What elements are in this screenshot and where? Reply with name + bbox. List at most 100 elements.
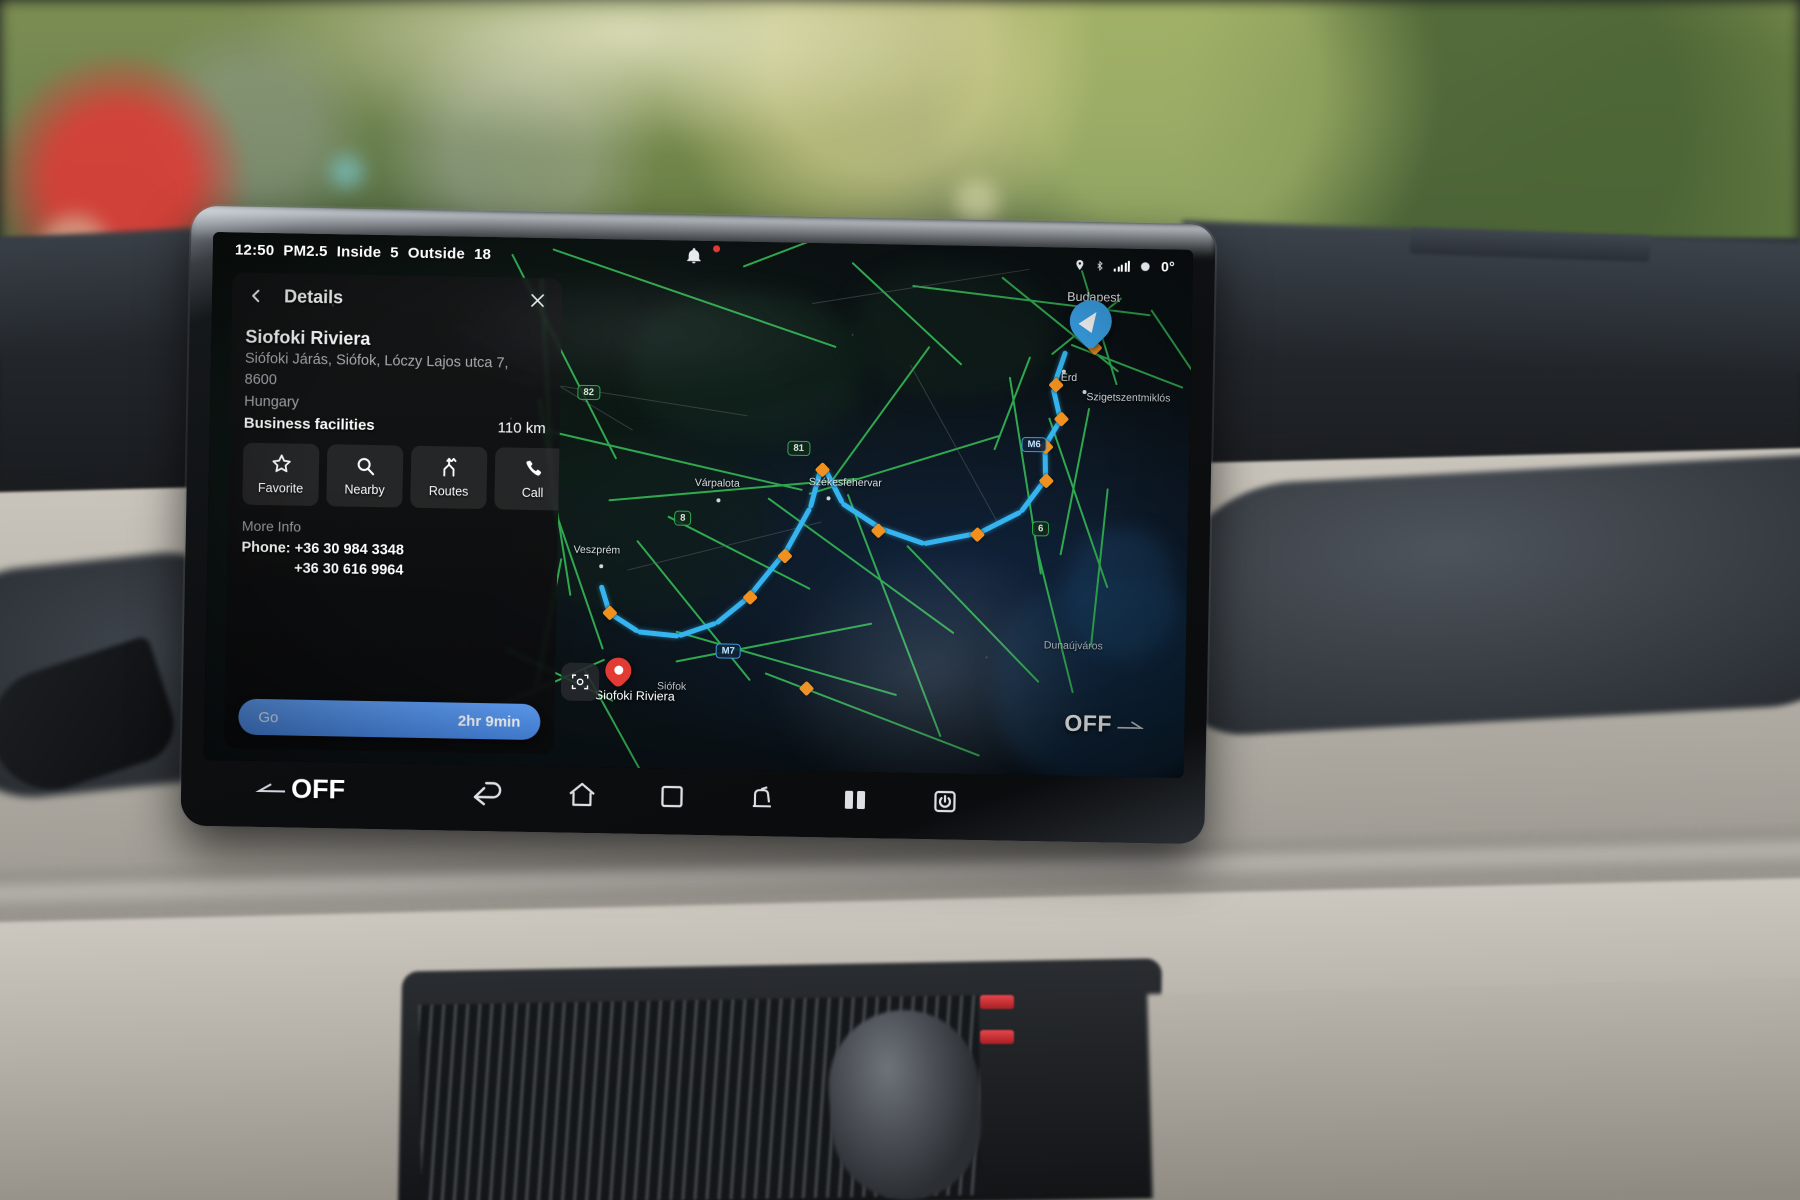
bluetooth-icon — [1097, 260, 1103, 271]
alarm-icon — [1141, 261, 1150, 271]
poi-category: Business facilities — [243, 414, 375, 434]
infotainment-display[interactable]: Budapest Érd Szigetszentmiklós Székesfeh… — [180, 205, 1216, 845]
poi-name: Siofoki Riviera — [245, 326, 371, 349]
city-label-varpalota: Várpalota — [694, 476, 740, 490]
vehicle-position-marker — [1061, 291, 1121, 353]
recenter-button[interactable] — [560, 662, 600, 702]
nav-home-button[interactable] — [567, 781, 598, 810]
destination-label: Siofoki Riviera — [594, 688, 675, 704]
city-label-szekesfehervar: Székesfehervar — [808, 476, 882, 490]
poi-category-row: Business facilities 110 km — [244, 415, 546, 438]
go-label: Go — [258, 708, 279, 726]
poi-address-line-3: Hungary — [244, 393, 300, 411]
favorite-button[interactable]: Favorite — [242, 442, 320, 506]
destination-marker[interactable] — [599, 652, 637, 691]
panel-header: Details — [232, 272, 563, 324]
close-button[interactable] — [528, 291, 548, 311]
nav-off-label: OFF — [290, 773, 346, 805]
close-icon — [531, 294, 545, 307]
sky-glare — [240, 0, 1020, 150]
status-inside-label: Inside — [336, 242, 382, 261]
home-icon — [569, 782, 595, 807]
road-shield-6: 6 — [1031, 521, 1050, 537]
go-button[interactable]: Go 2hr 9min — [238, 698, 541, 741]
route-line — [979, 509, 1023, 535]
map-off-indicator[interactable]: OFF — [1064, 710, 1144, 738]
bell-icon — [687, 248, 701, 264]
status-outside-value: 18 — [473, 245, 492, 263]
star-icon — [269, 453, 292, 475]
city-dot — [599, 564, 604, 569]
status-time: 12:50 — [234, 240, 275, 259]
arrow-right-icon — [1116, 720, 1144, 729]
route-line — [782, 506, 813, 557]
back-button[interactable] — [246, 286, 266, 306]
screen-dust — [985, 656, 988, 659]
status-temp: 0° — [1160, 258, 1175, 275]
nearby-button[interactable]: Nearby — [326, 444, 404, 508]
map-road — [1059, 407, 1091, 556]
panel-title: Details — [283, 285, 344, 307]
city-label-szigetszentmiklos: Szigetszentmiklós — [1086, 391, 1171, 405]
city-label-erd: Érd — [1060, 371, 1078, 384]
recents-icon — [661, 785, 683, 808]
location-icon — [1076, 259, 1084, 270]
nav-back-button[interactable] — [471, 780, 505, 807]
road-shield-m6: M6 — [1021, 436, 1047, 453]
phone-label: Phone: — [241, 539, 291, 557]
nav-off-indicator[interactable]: OFF — [255, 773, 346, 806]
route-waypoint — [798, 680, 815, 697]
map-road — [1009, 376, 1042, 575]
map-terrain-patch — [629, 289, 863, 444]
more-info-label: More Info — [241, 517, 302, 535]
signal-icon — [1113, 260, 1131, 272]
status-pm25-label: PM2.5 — [283, 241, 328, 260]
poi-distance: 110 km — [497, 419, 546, 438]
call-button[interactable]: Call — [494, 447, 560, 511]
city-label-dunaujvaros: Dunaújváros — [1043, 639, 1103, 653]
bokeh-light — [330, 155, 364, 189]
console-right-panel — [1147, 975, 1800, 1200]
nearby-label: Nearby — [344, 482, 385, 498]
notification-badge — [713, 245, 721, 253]
status-inside-value: 5 — [390, 243, 399, 261]
phone-block[interactable]: Phone: +36 30 984 3348 +36 30 616 9964 — [241, 537, 544, 584]
screen-content[interactable]: Budapest Érd Szigetszentmiklós Székesfeh… — [203, 232, 1194, 778]
call-label: Call — [521, 485, 544, 501]
phone-number-2[interactable]: +36 30 616 9964 — [241, 558, 543, 584]
go-eta: 2hr 9min — [457, 712, 521, 731]
routes-label: Routes — [428, 483, 469, 499]
nav-split-screen-button[interactable] — [841, 787, 869, 814]
road-shield-82: 82 — [577, 384, 601, 401]
console-button-red[interactable] — [980, 1030, 1014, 1044]
notification-bell-button[interactable] — [685, 247, 703, 269]
poi-details-panel[interactable]: Details Siofoki Riviera Siófoki Járás, S… — [223, 272, 563, 755]
road-shield-81: 81 — [787, 440, 811, 457]
nav-power-button[interactable] — [931, 787, 960, 816]
routes-button[interactable]: Routes — [410, 445, 488, 509]
favorite-label: Favorite — [257, 480, 304, 496]
destination-pin-hole — [613, 664, 623, 675]
road-shield-8: 8 — [673, 510, 692, 526]
screen-dust — [509, 417, 512, 420]
search-icon — [354, 455, 376, 477]
bokeh-light — [955, 180, 999, 224]
screen-dust — [331, 304, 334, 307]
phone-number-1[interactable]: +36 30 984 3348 — [295, 540, 405, 558]
routes-icon — [438, 456, 460, 478]
city-dot — [826, 496, 831, 501]
power-icon — [934, 790, 956, 813]
city-dot — [716, 498, 721, 503]
nav-recents-button[interactable] — [659, 783, 685, 809]
route-line — [677, 621, 718, 639]
status-bar-left: 12:50 PM2.5 Inside 5 Outside 18 — [235, 241, 491, 263]
status-bar-right: 0° — [1074, 257, 1175, 275]
poi-address-line-1: Siófoki Járás, Siófok, Lóczy Lajos utca … — [244, 350, 509, 372]
car-seat-icon — [752, 786, 771, 808]
nav-seat-button[interactable] — [747, 784, 780, 813]
chevron-left-icon — [252, 289, 260, 303]
console-button-red[interactable] — [980, 995, 1014, 1009]
status-outside-label: Outside — [407, 244, 466, 263]
screen-dust — [851, 333, 854, 336]
passenger-dash-pad — [1153, 451, 1800, 739]
